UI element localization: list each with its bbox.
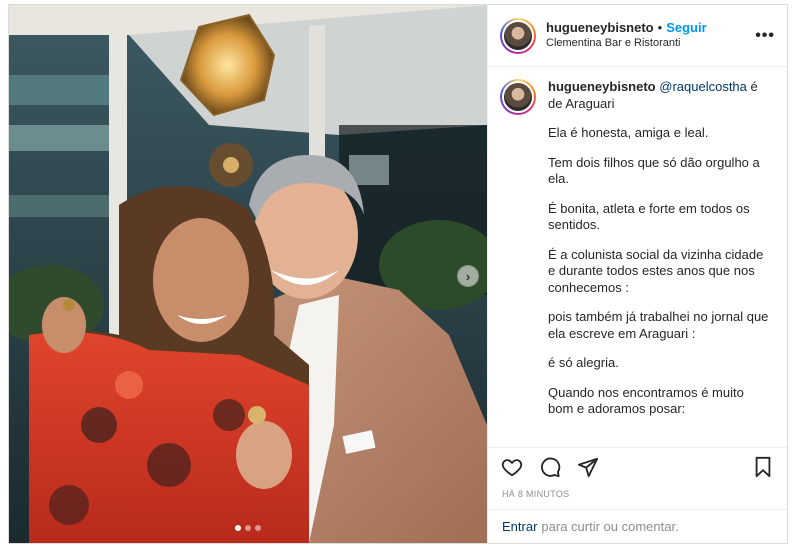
heart-icon[interactable] — [500, 455, 524, 479]
caption-username[interactable]: hugueneybisneto — [548, 79, 656, 94]
paper-plane-icon[interactable] — [576, 455, 600, 479]
caption-avatar[interactable] — [500, 79, 536, 115]
carousel-dot — [245, 525, 251, 531]
bookmark-icon[interactable] — [751, 455, 775, 479]
separator-dot: • — [657, 20, 663, 35]
username-link[interactable]: hugueneybisneto — [546, 20, 654, 36]
caption-intro: hugueneybisneto @raquelcostha é de Aragu… — [548, 79, 771, 112]
post-card: › hugueneybisneto • Seguir Clementina Ba… — [8, 4, 788, 544]
avatar-image — [502, 81, 534, 113]
avatar[interactable] — [500, 17, 536, 54]
photo-illustration — [9, 5, 487, 543]
comment-bubble-icon[interactable] — [538, 455, 562, 479]
user-row: hugueneybisneto • Seguir — [546, 20, 755, 36]
carousel-dot — [255, 525, 261, 531]
instagram-embed: › hugueneybisneto • Seguir Clementina Ba… — [0, 0, 793, 548]
more-options-icon[interactable]: ••• — [755, 27, 775, 45]
caption-paragraph: É a colunista social da vizinha cidade e… — [548, 246, 764, 295]
carousel-dot — [235, 525, 241, 531]
avatar-image — [502, 19, 534, 52]
comment-login-text: para curtir ou comentar. — [541, 519, 679, 534]
comment-login-bar: Entrar para curtir ou comentar. — [488, 509, 787, 543]
follow-button[interactable]: Seguir — [666, 20, 706, 36]
post-header: hugueneybisneto • Seguir Clementina Bar … — [488, 5, 787, 67]
caption-paragraph: Quando nos encontramos é muito bom e ado… — [548, 384, 744, 417]
post-photo[interactable]: › — [9, 5, 487, 543]
carousel-indicator — [9, 525, 487, 531]
caption-paragraph: pois também já trabalhei no jornal que e… — [548, 309, 769, 341]
caption-paragraph: Tem dois filhos que só dão orgulho a ela… — [548, 154, 760, 187]
action-bar — [488, 447, 787, 485]
mention-link[interactable]: @raquelcostha — [659, 79, 747, 94]
caption-paragraph: É bonita, atleta e forte em todos os sen… — [548, 200, 750, 233]
caption-paragraph: é só alegria. — [548, 355, 619, 370]
caption-text: hugueneybisneto @raquelcostha é de Aragu… — [548, 79, 771, 447]
caption-area: hugueneybisneto @raquelcostha é de Aragu… — [488, 67, 787, 447]
post-timestamp[interactable]: HÁ 8 MINUTOS — [488, 485, 787, 509]
location-link[interactable]: Clementina Bar e Ristoranti — [546, 37, 755, 51]
login-link[interactable]: Entrar — [502, 519, 537, 534]
caption-paragraph: Ela é honesta, amiga e leal. — [548, 125, 709, 140]
carousel-next-button[interactable]: › — [457, 265, 479, 287]
header-text: hugueneybisneto • Seguir Clementina Bar … — [546, 20, 755, 51]
chevron-right-icon: › — [465, 268, 471, 284]
post-side-panel: hugueneybisneto • Seguir Clementina Bar … — [487, 5, 787, 543]
